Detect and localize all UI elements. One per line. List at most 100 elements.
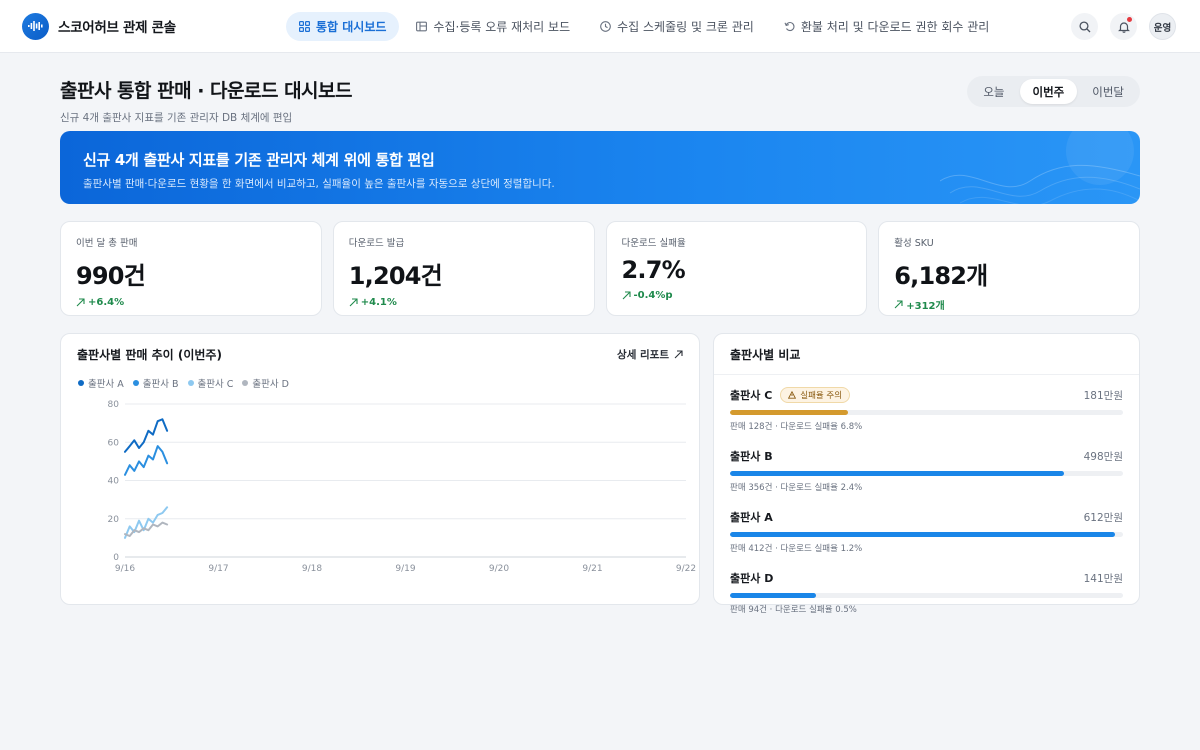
nav-tab-schedule[interactable]: 수집 스케줄링 및 크론 관리 [587, 12, 767, 41]
legend-swatch [242, 380, 249, 386]
publisher-compare-card: 출판사별 비교 출판사 C 실패율 주의 181만원 판매 128건 · 다운로… [713, 333, 1140, 615]
legend-swatch [78, 380, 84, 386]
notifications-button[interactable] [1110, 13, 1137, 40]
nav-tab-error-reprocess[interactable]: 수집·등록 오류 재처리 보드 [403, 12, 583, 41]
share-bar-track [730, 471, 1123, 476]
share-bar-track [730, 532, 1123, 537]
y-tick-label: 80 [108, 400, 120, 410]
legend-swatch [132, 380, 139, 386]
page-title: 출판사 통합 판매 · 다운로드 대시보드 [60, 80, 353, 102]
y-tick-label: 60 [108, 438, 120, 448]
info-banner: 신규 4개 출판사 지표를 기존 관리자 체계 위에 통합 편입 출판사별 판매… [60, 131, 1140, 204]
publisher-name: 출판사 C 실패율 주의 [730, 387, 851, 403]
publisher-meta: 판매 128건 · 다운로드 실패율 6.8% [730, 422, 863, 432]
publisher-name-label: 출판사 D [730, 572, 774, 585]
legend-item[interactable]: 출판사 C [187, 376, 234, 390]
x-tick-label: 9/21 [582, 564, 602, 574]
top-actions: 운영 [1071, 13, 1176, 40]
share-bar-track [730, 593, 1123, 598]
x-tick-label: 9/22 [676, 564, 696, 574]
compare-row-top: 출판사 D 141만원 [730, 568, 1123, 588]
badge-label: 실패율 주의 [800, 391, 843, 401]
publisher-amount: 612만원 [1083, 511, 1123, 524]
kpi-delta: -0.4%p [622, 290, 852, 301]
legend-item[interactable]: 출판사 A [78, 376, 124, 390]
publisher-compare-row[interactable]: 출판사 B 498만원 판매 356건 · 다운로드 실패율 2.4% [730, 446, 1123, 493]
compare-row-top: 출판사 A 612만원 [730, 507, 1123, 527]
publisher-name-label: 출판사 B [730, 450, 773, 463]
kpi-delta-value: +312개 [906, 301, 945, 312]
compare-row-top: 출판사 B 498만원 [730, 446, 1123, 466]
period-today[interactable]: 오늘 [970, 79, 1017, 104]
kpi-value: 6,182개 [894, 262, 988, 290]
y-tick-label: 40 [108, 477, 120, 487]
kpi-delta: +4.1% [349, 297, 579, 308]
publisher-name-label: 출판사 C [730, 389, 773, 402]
nav-tab-label: 환불 처리 및 다운로드 권한 회수 관리 [800, 20, 990, 34]
y-tick-label: 0 [113, 553, 119, 563]
publisher-amount: 498만원 [1083, 450, 1123, 463]
nav-tab-label: 통합 대시보드 [316, 20, 387, 34]
share-bar-fill [730, 532, 1116, 537]
legend-label: 출판사 C [197, 379, 234, 390]
compare-row-top: 출판사 C 실패율 주의 181만원 [730, 385, 1123, 405]
bell-icon [1117, 21, 1130, 33]
period-selector: 오늘 이번주 이번달 [967, 76, 1140, 107]
kpi-delta: +312개 [894, 297, 1124, 312]
kpi-value: 2.7% [621, 256, 686, 284]
arrow-up-right-icon [894, 300, 903, 309]
card-header: 출판사별 비교 [714, 334, 1139, 375]
publisher-name: 출판사 D [730, 570, 773, 586]
kpi-delta-value: +6.4% [88, 297, 125, 308]
series-line [124, 445, 169, 476]
kpi-card-failure-rate[interactable]: 다운로드 실패율 2.7% -0.4%p [605, 221, 868, 316]
kpi-value: 1,204건 [348, 262, 443, 290]
publisher-name: 출판사 A [730, 509, 773, 525]
sales-trend-card: 출판사별 판매 추이 (이번주) 상세 리포트 출판사 A 출판사 B 출판사 C출… [60, 333, 700, 605]
publisher-compare-row[interactable]: 출판사 C 실패율 주의 181만원 판매 128건 · 다운로드 실패율 6.… [730, 385, 1123, 432]
kpi-value: 990건 [76, 262, 146, 290]
share-bar-track [730, 410, 1123, 415]
card-title: 출판사별 비교 [730, 347, 801, 362]
user-avatar[interactable]: 운영 [1149, 13, 1176, 40]
failure-warning-badge: 실패율 주의 [780, 387, 851, 403]
kpi-delta-value: -0.4%p [633, 290, 673, 301]
legend-item[interactable]: 출판사 D [242, 376, 289, 390]
publisher-compare-row[interactable]: 출판사 A 612만원 판매 412건 · 다운로드 실패율 1.2% [730, 507, 1123, 554]
search-icon [1078, 20, 1090, 32]
kpi-label: 다운로드 실패율 [621, 238, 686, 249]
period-this-week[interactable]: 이번주 [1019, 79, 1078, 104]
arrow-up-right-icon [622, 291, 631, 300]
nav-tab-dashboard[interactable]: 통합 대시보드 [286, 12, 400, 41]
x-tick-label: 9/18 [302, 564, 322, 574]
link-label: 상세 리포트 [617, 349, 669, 361]
top-navigation-bar: 스코어허브 관제 콘솔 통합 대시보드 수집·등록 오류 재처리 보드 수집 스… [0, 0, 1200, 53]
detail-report-link[interactable]: 상세 리포트 [617, 347, 683, 362]
clock-icon [600, 21, 611, 32]
kpi-card-downloads[interactable]: 다운로드 발급 1,204건 +4.1% [332, 221, 595, 316]
publisher-compare-list: 출판사 C 실패율 주의 181만원 판매 128건 · 다운로드 실패율 6.… [714, 375, 1139, 615]
brand[interactable]: 스코어허브 관제 콘솔 [22, 12, 282, 40]
x-tick-label: 9/17 [208, 564, 228, 574]
waveform-logo-icon [22, 12, 49, 40]
main-nav: 통합 대시보드 수집·등록 오류 재처리 보드 수집 스케줄링 및 크론 관리 … [286, 12, 1002, 41]
publisher-meta: 판매 94건 · 다운로드 실패율 0.5% [730, 605, 857, 615]
legend-label: 출판사 D [252, 379, 289, 390]
y-tick-label: 20 [108, 515, 120, 525]
kpi-card-total-sales[interactable]: 이번 달 총 판매 990건 +6.4% [60, 221, 322, 316]
publisher-meta: 판매 356건 · 다운로드 실패율 2.4% [730, 483, 863, 493]
kpi-card-active-sku[interactable]: 활성 SKU 6,182개 +312개 [878, 221, 1140, 316]
banner-wave-decoration [940, 131, 1140, 204]
x-tick-label: 9/20 [489, 564, 509, 574]
publisher-compare-row[interactable]: 출판사 D 141만원 판매 94건 · 다운로드 실패율 0.5% [730, 568, 1123, 615]
search-button[interactable] [1071, 13, 1098, 40]
chart-legend: 출판사 A 출판사 B 출판사 C 출판사 D [78, 376, 289, 390]
publisher-name-label: 출판사 A [730, 511, 773, 524]
warning-icon [788, 391, 797, 399]
kpi-delta-value: +4.1% [360, 297, 397, 308]
legend-item[interactable]: 출판사 B [132, 376, 179, 390]
legend-label: 출판사 B [142, 379, 179, 390]
period-this-month[interactable]: 이번달 [1079, 79, 1137, 104]
nav-tab-refund[interactable]: 환불 처리 및 다운로드 권한 회수 관리 [771, 12, 1003, 41]
publisher-amount: 141만원 [1083, 572, 1123, 585]
